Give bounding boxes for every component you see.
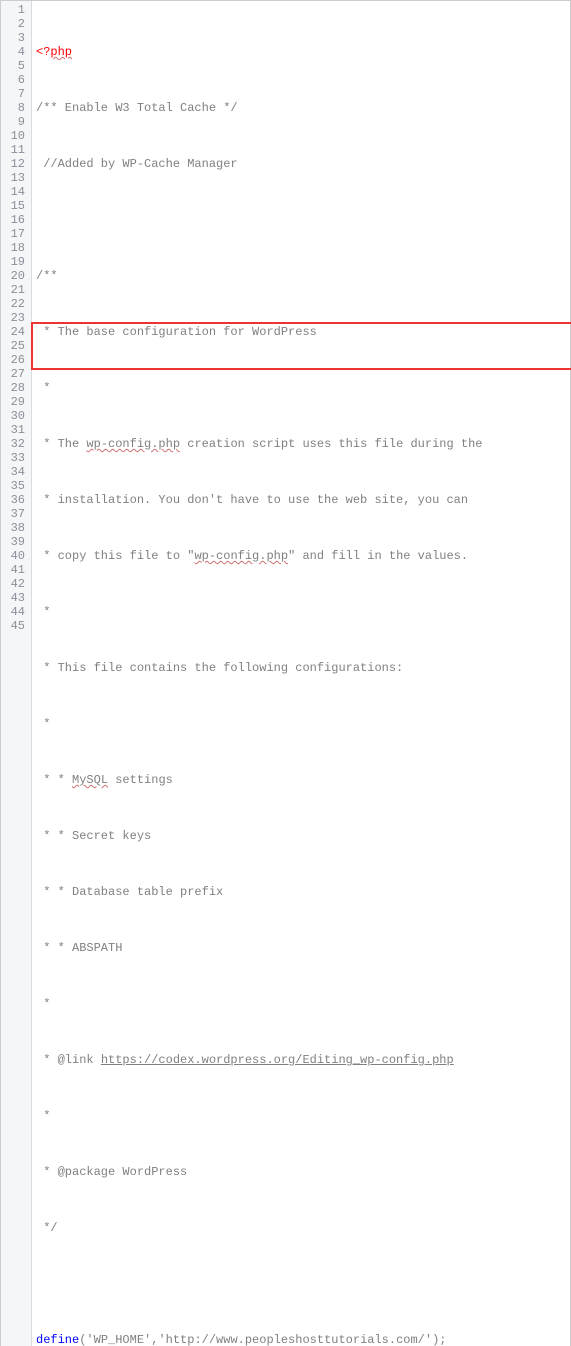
code-line: <?php — [36, 45, 566, 59]
line-number: 5 — [5, 59, 25, 73]
line-number: 15 — [5, 199, 25, 213]
code-line — [36, 213, 566, 227]
code-area[interactable]: <?php /** Enable W3 Total Cache */ //Add… — [32, 1, 570, 1346]
line-number: 12 — [5, 157, 25, 171]
line-number: 8 — [5, 101, 25, 115]
line-number: 30 — [5, 409, 25, 423]
line-number: 37 — [5, 507, 25, 521]
line-number: 26 — [5, 353, 25, 367]
line-number: 22 — [5, 297, 25, 311]
code-line: * * MySQL settings — [36, 773, 566, 787]
line-number-gutter: 1234567891011121314151617181920212223242… — [1, 1, 32, 1346]
line-number: 25 — [5, 339, 25, 353]
line-number: 9 — [5, 115, 25, 129]
line-number: 45 — [5, 619, 25, 633]
code-line: * — [36, 605, 566, 619]
line-number: 23 — [5, 311, 25, 325]
code-line: * — [36, 1109, 566, 1123]
line-number: 17 — [5, 227, 25, 241]
line-number: 27 — [5, 367, 25, 381]
line-number: 24 — [5, 325, 25, 339]
line-number: 11 — [5, 143, 25, 157]
line-number: 44 — [5, 605, 25, 619]
line-number: 19 — [5, 255, 25, 269]
code-line: * * Secret keys — [36, 829, 566, 843]
line-number: 10 — [5, 129, 25, 143]
code-line: * @link https://codex.wordpress.org/Edit… — [36, 1053, 566, 1067]
code-line: * @package WordPress — [36, 1165, 566, 1179]
code-line: /** Enable W3 Total Cache */ — [36, 101, 566, 115]
line-number: 31 — [5, 423, 25, 437]
code-line: * The wp-config.php creation script uses… — [36, 437, 566, 451]
line-number: 38 — [5, 521, 25, 535]
line-number: 42 — [5, 577, 25, 591]
line-number: 40 — [5, 549, 25, 563]
line-number: 13 — [5, 171, 25, 185]
code-line: * — [36, 717, 566, 731]
code-line: * * Database table prefix — [36, 885, 566, 899]
line-number: 21 — [5, 283, 25, 297]
line-number: 32 — [5, 437, 25, 451]
code-line: * copy this file to "wp-config.php" and … — [36, 549, 566, 563]
line-number: 1 — [5, 3, 25, 17]
code-line: /** — [36, 269, 566, 283]
line-number: 41 — [5, 563, 25, 577]
line-number: 18 — [5, 241, 25, 255]
code-line: * * ABSPATH — [36, 941, 566, 955]
line-number: 4 — [5, 45, 25, 59]
line-number: 29 — [5, 395, 25, 409]
code-line — [36, 1277, 566, 1291]
line-number: 14 — [5, 185, 25, 199]
code-line-wp-home: define('WP_HOME','http://www.peopleshost… — [36, 1333, 566, 1346]
code-line: * — [36, 997, 566, 1011]
php-open-tag: <? — [36, 45, 50, 59]
code-line: */ — [36, 1221, 566, 1235]
line-number: 33 — [5, 451, 25, 465]
line-number: 34 — [5, 465, 25, 479]
line-number: 20 — [5, 269, 25, 283]
line-number: 36 — [5, 493, 25, 507]
line-number: 3 — [5, 31, 25, 45]
line-number: 35 — [5, 479, 25, 493]
line-number: 43 — [5, 591, 25, 605]
line-number: 16 — [5, 213, 25, 227]
line-number: 6 — [5, 73, 25, 87]
line-number: 2 — [5, 17, 25, 31]
code-line: * installation. You don't have to use th… — [36, 493, 566, 507]
code-line: * The base configuration for WordPress — [36, 325, 566, 339]
code-line: //Added by WP-Cache Manager — [36, 157, 566, 171]
line-number: 28 — [5, 381, 25, 395]
line-number: 39 — [5, 535, 25, 549]
line-number: 7 — [5, 87, 25, 101]
code-line: * — [36, 381, 566, 395]
code-editor: 1234567891011121314151617181920212223242… — [0, 0, 571, 1346]
